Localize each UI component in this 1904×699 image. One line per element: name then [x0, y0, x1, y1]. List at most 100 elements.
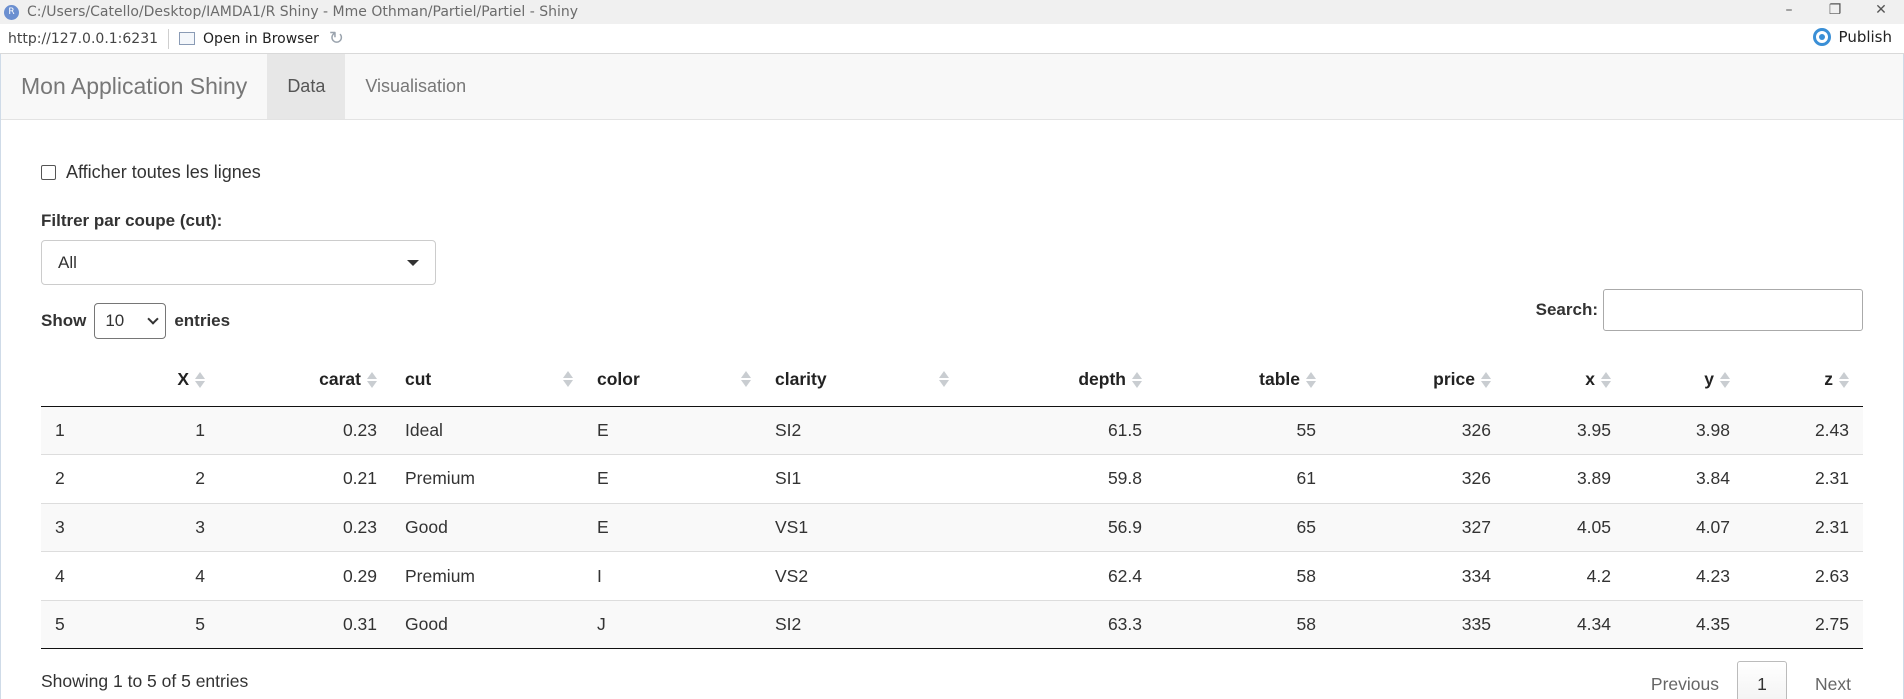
entries-select[interactable]: 10 — [94, 303, 167, 339]
column-header-label: price — [1433, 368, 1475, 389]
table-cell: 56.9 — [959, 502, 1156, 552]
column-header-y[interactable]: y — [1625, 353, 1744, 407]
datatable-top: Show 10 entries Search: — [41, 289, 1863, 341]
caret-down-icon — [407, 259, 419, 266]
table-cell: I — [583, 551, 761, 601]
table-cell: 4.23 — [1625, 551, 1744, 601]
column-header-color[interactable]: color — [583, 353, 761, 407]
table-row[interactable]: 1 1 0.23 Ideal E SI2 61.5 55 326 3.95 3.… — [41, 405, 1863, 455]
sort-icon — [1306, 371, 1316, 389]
table-cell: Premium — [391, 454, 583, 504]
column-header-z[interactable]: z — [1744, 353, 1863, 407]
minimize-button[interactable]: – — [1766, 0, 1812, 24]
table-cell: 2.75 — [1744, 599, 1863, 650]
show-label: Show — [41, 311, 87, 330]
table-cell: 0.31 — [219, 599, 391, 650]
column-header-depth[interactable]: depth — [959, 353, 1156, 407]
window-titlebar: R C:/Users/Catello/Desktop/IAMDA1/R Shin… — [0, 0, 1904, 24]
table-cell: 2.31 — [1744, 454, 1863, 504]
column-header-X[interactable]: X — [121, 353, 219, 407]
entries-label: entries — [174, 311, 231, 330]
restore-button[interactable]: ❐ — [1812, 0, 1858, 24]
entries-length-control: Show 10 entries — [41, 303, 230, 339]
column-header-cut[interactable]: cut — [391, 353, 583, 407]
table-row[interactable]: 4 4 0.29 Premium I VS2 62.4 58 334 4.2 4… — [41, 551, 1863, 601]
table-cell: J — [583, 599, 761, 650]
table-cell: 3.89 — [1505, 454, 1625, 504]
table-cell: Good — [391, 599, 583, 650]
table-cell: 4.05 — [1505, 502, 1625, 552]
table-cell: 335 — [1330, 599, 1505, 650]
navbar: Mon Application Shiny Data Visualisation — [1, 54, 1903, 120]
table-cell: 4 — [41, 551, 121, 601]
column-header-label: x — [1585, 368, 1595, 389]
publish-button[interactable]: Publish — [1812, 28, 1892, 46]
column-header-label: table — [1259, 368, 1300, 389]
table-cell: Good — [391, 502, 583, 552]
sort-icon — [1720, 371, 1730, 389]
table-cell: 65 — [1156, 502, 1330, 552]
next-page-button[interactable]: Next — [1795, 674, 1863, 695]
search-label: Search: — [1535, 300, 1598, 319]
table-cell: 4.35 — [1625, 599, 1744, 650]
refresh-icon[interactable]: ↻ — [329, 28, 344, 49]
table-row[interactable]: 3 3 0.23 Good E VS1 56.9 65 327 4.05 4.0… — [41, 502, 1863, 552]
table-cell: 2.43 — [1744, 405, 1863, 455]
publish-label: Publish — [1838, 28, 1892, 46]
table-header-row: X carat cut color clarity depth table pr… — [41, 353, 1863, 407]
table-cell: 2.63 — [1744, 551, 1863, 601]
table-cell: 5 — [121, 599, 219, 650]
tab-data[interactable]: Data — [267, 54, 346, 119]
column-header-label: clarity — [775, 368, 827, 389]
table-cell: Ideal — [391, 405, 583, 455]
table-cell: Premium — [391, 551, 583, 601]
column-header-label: depth — [1078, 368, 1126, 389]
data-table: X carat cut color clarity depth table pr… — [41, 353, 1863, 650]
table-cell: SI2 — [761, 405, 959, 455]
table-row[interactable]: 2 2 0.21 Premium E SI1 59.8 61 326 3.89 … — [41, 454, 1863, 504]
column-header-price[interactable]: price — [1330, 353, 1505, 407]
table-row[interactable]: 5 5 0.31 Good J SI2 63.3 58 335 4.34 4.3… — [41, 599, 1863, 650]
table-cell: 0.23 — [219, 405, 391, 455]
table-cell: 326 — [1330, 454, 1505, 504]
table-cell: 4.2 — [1505, 551, 1625, 601]
table-info: Showing 1 to 5 of 5 entries — [41, 671, 249, 692]
table-cell: 0.23 — [219, 502, 391, 552]
navbar-brand[interactable]: Mon Application Shiny — [1, 54, 267, 119]
table-cell: 3 — [41, 502, 121, 552]
table-cell: E — [583, 502, 761, 552]
show-all-rows-label[interactable]: Afficher toutes les lignes — [66, 162, 261, 183]
show-all-rows-checkbox[interactable] — [41, 165, 56, 180]
open-in-browser-button[interactable]: Open in Browser — [179, 31, 319, 47]
show-all-rows-checkbox-row[interactable]: Afficher toutes les lignes — [41, 162, 1863, 183]
r-app-icon: R — [4, 4, 19, 20]
cut-filter-value: All — [58, 252, 77, 272]
sort-icon — [1132, 371, 1142, 389]
sort-icon — [1601, 371, 1611, 389]
table-cell: 4 — [121, 551, 219, 601]
table-cell: 63.3 — [959, 599, 1156, 650]
table-cell: VS1 — [761, 502, 959, 552]
table-cell: 334 — [1330, 551, 1505, 601]
table-cell: 4.07 — [1625, 502, 1744, 552]
column-header-x[interactable]: x — [1505, 353, 1625, 407]
table-cell: 326 — [1330, 405, 1505, 455]
sort-icon — [741, 370, 751, 388]
tab-visualisation[interactable]: Visualisation — [345, 54, 486, 119]
previous-page-button[interactable]: Previous — [1633, 674, 1737, 695]
column-header-clarity[interactable]: clarity — [761, 353, 959, 407]
browser-window-icon — [179, 32, 196, 45]
close-button[interactable]: ✕ — [1858, 0, 1904, 24]
table-cell: 3.98 — [1625, 405, 1744, 455]
column-header-carat[interactable]: carat — [219, 353, 391, 407]
table-cell: 55 — [1156, 405, 1330, 455]
search-input[interactable] — [1603, 289, 1863, 331]
table-cell: 61 — [1156, 454, 1330, 504]
table-cell: E — [583, 454, 761, 504]
sort-icon — [939, 370, 949, 388]
table-cell: 0.29 — [219, 551, 391, 601]
cut-filter-select[interactable]: All — [41, 240, 436, 285]
page-1-button[interactable]: 1 — [1737, 661, 1788, 699]
column-header-label: cut — [405, 368, 432, 389]
column-header-table[interactable]: table — [1156, 353, 1330, 407]
